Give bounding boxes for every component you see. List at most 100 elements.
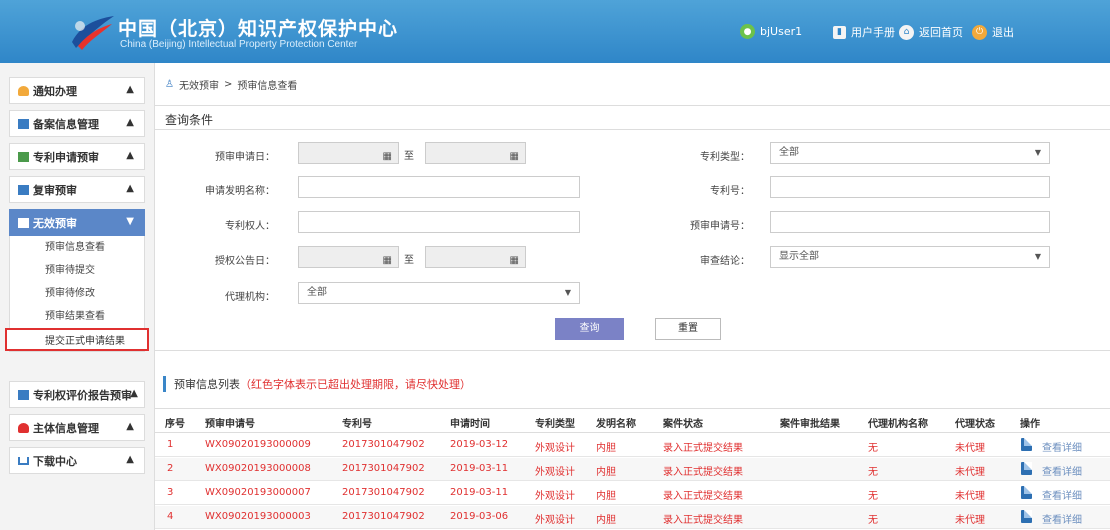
menu-filing[interactable]: 备案信息管理 ▲ [9, 110, 145, 137]
select-value: 全部 [779, 147, 799, 158]
column-header[interactable]: 预审申请号 [205, 415, 255, 430]
query-title: 查询条件 [165, 113, 214, 127]
cell-invention-name: 内胆 [596, 467, 616, 478]
user-icon: ● [740, 24, 755, 39]
submenu-item-pending[interactable]: 预审待提交 [10, 259, 144, 282]
cell-case-status: 录入正式提交结果 [663, 467, 743, 478]
user-menu[interactable]: ● bjUser1 [740, 24, 802, 39]
column-header[interactable]: 案件审批结果 [780, 415, 840, 430]
cell-patent-type: 外观设计 [535, 443, 575, 454]
folder-icon [18, 118, 29, 129]
bell-icon [18, 85, 29, 96]
logout-label: 退出 [992, 26, 1014, 39]
column-header[interactable]: 申请时间 [450, 415, 490, 430]
breadcrumb-parent[interactable]: 无效预审 [179, 77, 219, 92]
form-icon [18, 151, 29, 162]
invention-name-input[interactable] [298, 176, 580, 198]
list-title-text: 预审信息列表 [174, 378, 240, 391]
view-detail-link[interactable]: 查看详细 [1042, 439, 1082, 454]
view-detail-link[interactable]: 查看详细 [1042, 511, 1082, 526]
cell-index: 3 [167, 487, 174, 498]
manual-link[interactable]: ▮ 用户手册 [833, 24, 895, 40]
menu-evaluation[interactable]: 专利权评价报告预审 ▲ [9, 381, 145, 408]
menu-reexam[interactable]: 复审预审 ▲ [9, 176, 145, 203]
breadcrumb-current: 预审信息查看 [237, 81, 298, 92]
submenu-item-view[interactable]: 预审信息查看 [10, 236, 144, 259]
site-subtitle: China (Beijing) Intellectual Property Pr… [120, 39, 358, 50]
grant-date-start[interactable]: ▦ [298, 246, 399, 268]
view-detail-link[interactable]: 查看详细 [1042, 463, 1082, 478]
column-header: 序号 [165, 419, 185, 430]
chevron-up-icon: ▲ [126, 84, 134, 95]
submenu-item-result[interactable]: 预审结果查看 [10, 305, 144, 328]
calendar-icon[interactable]: ▦ [510, 147, 519, 167]
column-header[interactable]: 专利类型 [535, 415, 575, 430]
agency-select[interactable]: 全部 ▼ [298, 282, 580, 304]
grant-date-end[interactable]: ▦ [425, 246, 526, 268]
chevron-up-icon: ▲ [126, 117, 134, 128]
menu-patent-apply[interactable]: 专利申请预审 ▲ [9, 143, 145, 170]
cell-agency-status: 未代理 [955, 491, 985, 502]
patentee-input[interactable] [298, 211, 580, 233]
apply-date-end[interactable]: ▦ [425, 142, 526, 164]
cell-agency-name: 无 [868, 443, 878, 454]
book-icon: ▮ [833, 25, 846, 39]
caret-down-icon: ▼ [1034, 252, 1041, 261]
chevron-down-icon: ▼ [126, 216, 134, 227]
table-row: 3 WX09020193000007 2017301047902 2019-03… [155, 482, 1110, 505]
cell-agency-status: 未代理 [955, 443, 985, 454]
calendar-icon[interactable]: ▦ [510, 251, 519, 271]
menu-download[interactable]: 下载中心 ▲ [9, 447, 145, 474]
pre-apply-no-input[interactable] [770, 211, 1050, 233]
menu-notice[interactable]: 通知办理 ▲ [9, 77, 145, 104]
cell-agency-name: 无 [868, 515, 878, 526]
view-detail-link[interactable]: 查看详细 [1042, 487, 1082, 502]
calendar-icon[interactable]: ▦ [383, 147, 392, 167]
user-icon: ♙ [165, 79, 174, 90]
apply-date-start[interactable]: ▦ [298, 142, 399, 164]
document-icon[interactable] [1021, 438, 1032, 451]
calendar-icon[interactable]: ▦ [383, 251, 392, 271]
agency-label: 代理机构： [225, 292, 275, 303]
top-header: 中国（北京）知识产权保护中心 China (Beijing) Intellect… [0, 0, 1110, 63]
patentee-label: 专利权人： [225, 221, 275, 232]
home-icon: ⌂ [899, 24, 914, 40]
column-header[interactable]: 案件状态 [663, 415, 703, 430]
cell-agency-name: 无 [868, 491, 878, 502]
cell-pre-apply-no: WX09020193000009 [205, 439, 311, 450]
column-header[interactable]: 专利号 [342, 415, 372, 430]
menu-label: 主体信息管理 [33, 421, 99, 435]
menu-entity[interactable]: 主体信息管理 ▲ [9, 414, 145, 441]
table-row: 2 WX09020193000008 2017301047902 2019-03… [155, 458, 1110, 481]
query-button[interactable]: 查询 [555, 318, 624, 340]
patent-type-select[interactable]: 全部 ▼ [770, 142, 1050, 164]
home-link[interactable]: ⌂ 返回首页 [899, 24, 963, 40]
to-label: 至 [404, 151, 414, 162]
pre-apply-no-label: 预审申请号： [690, 221, 750, 232]
submenu-item-submit-result[interactable]: 提交正式申请结果 [5, 328, 149, 351]
select-value: 全部 [307, 287, 327, 298]
conclusion-select[interactable]: 显示全部 ▼ [770, 246, 1050, 268]
chevron-up-icon: ▲ [126, 454, 134, 465]
patent-no-input[interactable] [770, 176, 1050, 198]
submenu-item-modify[interactable]: 预审待修改 [10, 282, 144, 305]
menu-label: 专利权评价报告预审 [33, 388, 132, 402]
document-icon[interactable] [1021, 486, 1032, 499]
menu-label: 专利申请预审 [33, 150, 99, 164]
column-header[interactable]: 代理状态 [955, 415, 995, 430]
cell-invention-name: 内胆 [596, 491, 616, 502]
cell-patent-type: 外观设计 [535, 491, 575, 502]
document-icon[interactable] [1021, 510, 1032, 523]
document-icon[interactable] [1021, 462, 1032, 475]
logout-link[interactable]: ⏻ 退出 [972, 24, 1014, 40]
column-header[interactable]: 代理机构名称 [868, 415, 928, 430]
menu-invalid[interactable]: 无效预审 ▼ [9, 209, 145, 236]
reset-button[interactable]: 重置 [655, 318, 721, 340]
menu-label: 无效预审 [33, 216, 77, 230]
to-label: 至 [404, 255, 414, 266]
logo-icon [72, 16, 114, 50]
caret-down-icon: ▼ [1034, 148, 1041, 157]
cell-patent-no: 2017301047902 [342, 511, 425, 522]
menu-label: 下载中心 [33, 454, 77, 468]
column-header[interactable]: 发明名称 [596, 415, 636, 430]
